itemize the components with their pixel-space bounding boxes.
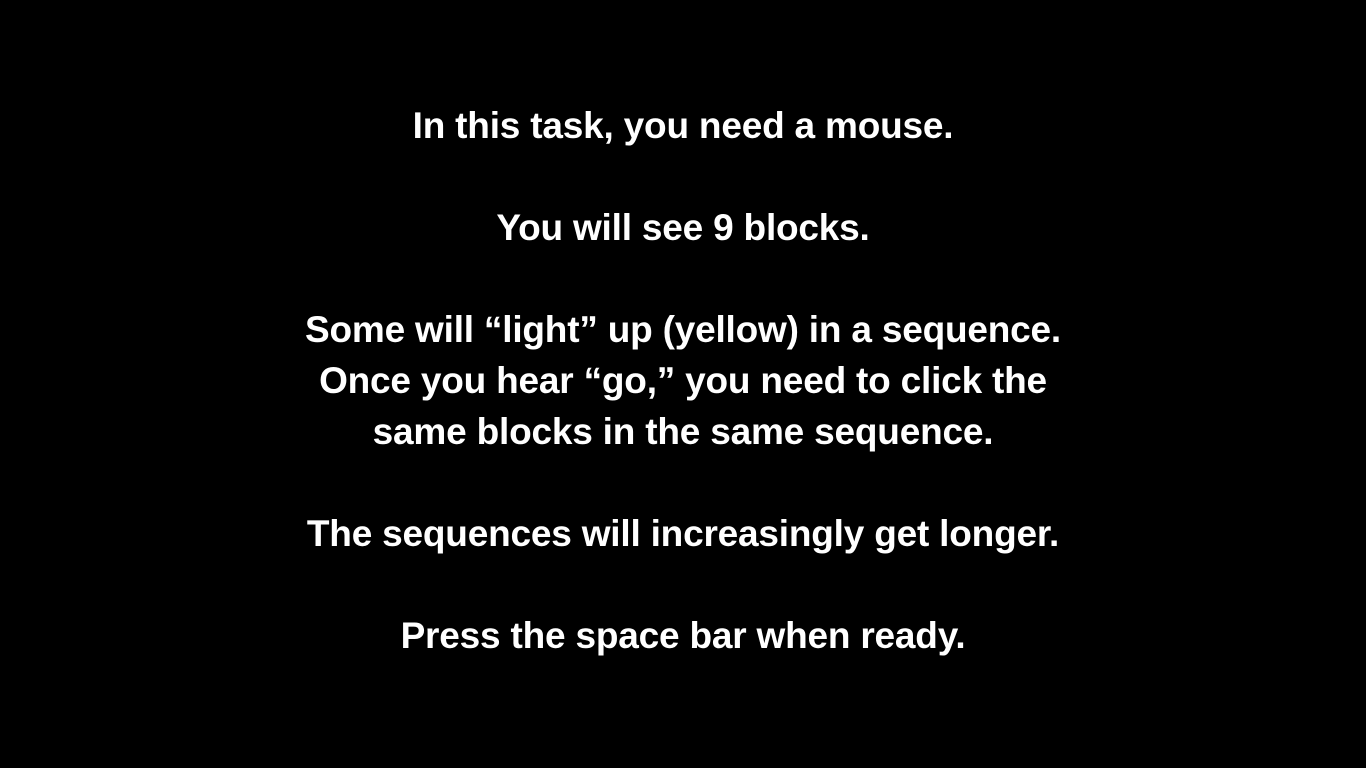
sequence-length-text: The sequences will increasingly get long…	[306, 513, 1060, 554]
sequence-text-line-1: Some will “light” up (yellow) in a seque…	[305, 309, 1061, 350]
mouse-requirement-text: In this task, you need a mouse.	[412, 105, 954, 146]
sequence-text-line-3: same blocks in the same sequence.	[372, 411, 994, 452]
blocks-count-text: You will see 9 blocks.	[496, 207, 870, 248]
sequence-text-line-2: Once you hear “go,” you need to click th…	[319, 360, 1047, 401]
press-space-prompt: Press the space bar when ready.	[400, 615, 966, 656]
instruction-screen[interactable]: In this task, you need a mouse. You will…	[0, 0, 1366, 768]
